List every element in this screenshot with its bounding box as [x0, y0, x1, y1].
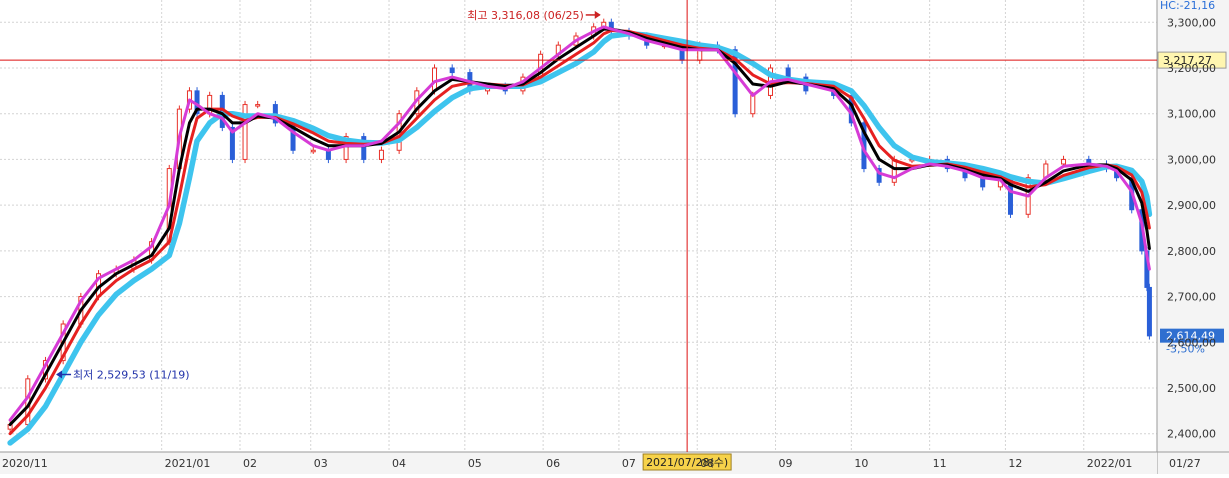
candle-body — [378, 149, 384, 160]
candle-body — [255, 104, 261, 107]
y-tick-label: 3,300,00 — [1167, 16, 1216, 29]
candle-body — [432, 67, 438, 92]
y-tick-label: 2,700,00 — [1167, 291, 1216, 304]
y-tick-label: 3,000,00 — [1167, 153, 1216, 166]
x-tick-label: 05 — [468, 457, 482, 470]
y-tick-label: 2,600,00 — [1167, 336, 1216, 349]
chart-canvas[interactable]: 3,217,272021/07/28(수)2,614,49-3,50% HC:-… — [0, 0, 1229, 474]
x-tick-label: 10 — [854, 457, 868, 470]
header-change-text: HC:-21,16 — [1160, 0, 1215, 12]
candle-body — [1146, 286, 1152, 337]
stock-chart[interactable]: 3,217,27 2021/07/28(수) 2,614,49 -3,50% HC:-… — [0, 0, 1229, 474]
candle-body — [242, 104, 248, 160]
x-tick-label: 03 — [314, 457, 328, 470]
high-price-annotation: 최고 3,316,08 (06/25) — [467, 9, 584, 22]
x-tick-label: 12 — [1008, 457, 1022, 470]
y-tick-label: 3,200,00 — [1167, 62, 1216, 75]
crosshair-date-label: 2021/07/28(수) — [646, 456, 728, 469]
x-tick-label: 2021/01 — [165, 457, 211, 470]
x-tick-label: 06 — [546, 457, 560, 470]
x-tick-label: 07 — [622, 457, 636, 470]
x-tick-label: 2022/01 — [1087, 457, 1133, 470]
x-tick-label: 09 — [779, 457, 793, 470]
candle-body — [449, 67, 455, 74]
x-tick-label: 01/27 — [1169, 457, 1201, 470]
y-tick-label: 2,800,00 — [1167, 245, 1216, 258]
x-tick-label: 2020/11 — [2, 457, 48, 470]
y-tick-label: 2,500,00 — [1167, 382, 1216, 395]
candle-body — [310, 149, 316, 153]
candle-body — [1061, 158, 1067, 165]
candle-body — [750, 94, 756, 115]
y-tick-label: 2,400,00 — [1167, 428, 1216, 441]
x-tick-label: 04 — [392, 457, 406, 470]
x-tick-label: 02 — [243, 457, 257, 470]
y-tick-label: 3,100,00 — [1167, 108, 1216, 121]
y-tick-label: 2,900,00 — [1167, 199, 1216, 212]
x-tick-label: 11 — [933, 457, 947, 470]
low-price-annotation: 최저 2,529,53 (11/19) — [73, 369, 190, 382]
candle-body — [785, 67, 791, 78]
grid — [0, 0, 1229, 474]
x-tick-label: 08 — [700, 457, 714, 470]
